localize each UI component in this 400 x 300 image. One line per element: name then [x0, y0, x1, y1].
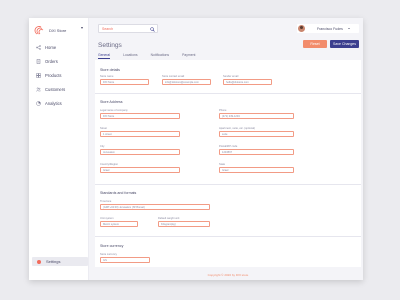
timezone-label: Timezone: [100, 200, 112, 203]
save-button[interactable]: Save Changes: [330, 40, 359, 48]
sidebar-item-label: Settings: [46, 259, 61, 264]
sidebar-item-label: Products: [45, 72, 62, 78]
sender-email-field[interactable]: hello@dxistore.com: [223, 79, 272, 85]
sidebar-item-analytics[interactable]: Analytics: [29, 96, 89, 110]
sidebar-nav: Home Orders Products Customers Analytics: [29, 40, 89, 110]
brand[interactable]: DXI Store: [34, 23, 66, 37]
sidebar: DXI Store Home Orders Products Customers: [29, 18, 89, 280]
search-placeholder: Search: [102, 27, 114, 31]
gear-icon: [37, 259, 41, 264]
sidebar-item-home[interactable]: Home: [29, 40, 89, 54]
zip-field[interactable]: 1234567: [219, 149, 294, 155]
reset-button[interactable]: Reset: [303, 40, 327, 48]
store-name-label: Store name: [100, 75, 114, 78]
section-title-store-details: Store details: [100, 68, 120, 72]
state-label: State: [219, 163, 226, 166]
account-email-label: Store contact email: [162, 75, 185, 78]
search-icon[interactable]: [150, 27, 155, 32]
phone-label: Phone: [219, 109, 227, 112]
divider: [95, 93, 361, 94]
avatar: [298, 25, 305, 32]
section-title-standards: Standards and formats: [100, 191, 137, 195]
weight-unit-label: Default weight unit: [158, 217, 180, 220]
brand-logo-icon: [34, 26, 44, 35]
unit-system-label: Unit system: [100, 217, 114, 220]
user-name: Francisco Fudes: [317, 26, 343, 31]
unit-system-select[interactable]: Metric system: [100, 221, 138, 227]
grid-icon: [36, 72, 41, 78]
brand-chevron-down-icon[interactable]: [81, 27, 83, 29]
app-window: DXI Store Home Orders Products Customers: [29, 18, 363, 280]
share-icon: [36, 44, 41, 50]
city-label: City: [100, 145, 105, 148]
settings-panel: Store details Store name DXI Store Store…: [95, 60, 361, 267]
sidebar-item-label: Orders: [45, 58, 58, 64]
divider: [95, 236, 361, 237]
timezone-select[interactable]: (GMT+02:00) Jerusalem (IST/Israel): [100, 204, 210, 210]
section-title-store-address: Store Address: [100, 100, 123, 104]
section-title-currency: Store currency: [100, 244, 124, 248]
zip-label: Postal/ZIP code: [219, 145, 238, 148]
legal-name-field[interactable]: DXI Store: [100, 113, 180, 119]
sidebar-item-label: Customers: [45, 86, 66, 92]
footer-copyright: Copyright © 2020 by DXI store: [207, 273, 249, 277]
country-select[interactable]: Israel: [100, 167, 180, 173]
receipt-icon: [36, 58, 41, 64]
chart-icon: [36, 100, 41, 106]
country-label: Country/Region: [100, 163, 119, 166]
sidebar-item-settings[interactable]: Settings: [32, 257, 88, 266]
street-label: Street: [100, 127, 107, 130]
tab-locations[interactable]: Locations: [123, 53, 138, 59]
store-name-field[interactable]: DXI Store: [100, 79, 149, 85]
tab-payment[interactable]: Payment: [182, 53, 195, 59]
divider: [95, 184, 361, 185]
street-field[interactable]: 1 street: [100, 131, 180, 137]
legal-name-label: Legal name of company: [100, 109, 128, 112]
sidebar-item-orders[interactable]: Orders: [29, 54, 89, 68]
city-field[interactable]: Jerusalem: [100, 149, 180, 155]
currency-label: Store currency: [100, 253, 117, 256]
tab-notifications[interactable]: Notifications: [151, 53, 169, 59]
search-input[interactable]: Search: [98, 24, 158, 33]
state-select[interactable]: Israel: [219, 167, 294, 173]
sidebar-item-label: Home: [45, 44, 57, 50]
phone-field[interactable]: (471) 239-1234: [219, 113, 294, 119]
sidebar-item-products[interactable]: Products: [29, 68, 89, 82]
account-email-field[interactable]: info@dxistore@example.com: [162, 79, 211, 85]
sender-email-label: Sender email: [223, 75, 239, 78]
sidebar-item-customers[interactable]: Customers: [29, 82, 89, 96]
sidebar-item-label: Analytics: [45, 100, 62, 106]
settings-tabs: General Locations Notifications Payment: [98, 53, 208, 59]
page-title: Settings: [98, 42, 122, 49]
apartment-label: Apartment, suite, etc. (optional): [219, 127, 256, 130]
user-menu[interactable]: Francisco Fudes: [297, 24, 359, 33]
people-icon: [36, 87, 41, 92]
apartment-field[interactable]: suite: [219, 131, 294, 137]
tab-general[interactable]: General: [98, 53, 111, 59]
brand-name: DXI Store: [49, 27, 67, 33]
currency-select[interactable]: ILS: [100, 257, 150, 263]
weight-unit-select[interactable]: Kilogram(kg): [158, 221, 210, 227]
chevron-down-icon: [347, 28, 350, 29]
